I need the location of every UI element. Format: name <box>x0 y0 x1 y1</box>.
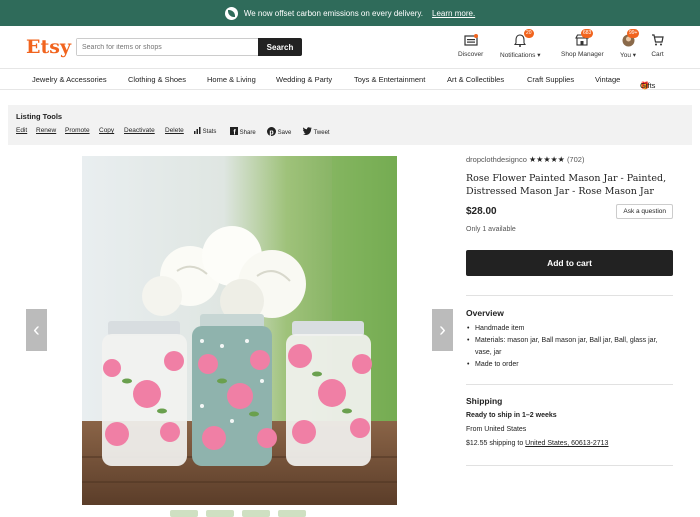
review-count[interactable]: (702) <box>567 155 585 164</box>
share-label: Share <box>239 130 256 136</box>
stats-icon <box>194 127 201 134</box>
ready-to-ship: Ready to ship in 1–2 weeks <box>466 412 557 419</box>
category-wedding[interactable]: Wedding & Party <box>276 75 332 84</box>
learn-more-link[interactable]: Learn more. <box>432 9 475 18</box>
thumbnail[interactable] <box>278 510 306 517</box>
tweet-label: Tweet <box>313 130 330 136</box>
save-button[interactable]: p Save <box>267 127 291 136</box>
discover-nav[interactable]: Discover <box>458 34 483 58</box>
chevron-down-icon: ▾ <box>630 52 637 59</box>
you-badge: 99+ <box>627 29 640 38</box>
gifts-label: Gifts <box>640 81 656 90</box>
stats-label: Stats <box>202 129 217 135</box>
category-craft[interactable]: Craft Supplies <box>527 75 574 84</box>
you-label: You <box>620 52 631 59</box>
leaf-icon <box>224 6 238 20</box>
product-main-image[interactable] <box>82 156 397 505</box>
product-title: Rose Flower Painted Mason Jar - Painted,… <box>466 173 667 197</box>
search-button[interactable]: Search <box>258 38 302 56</box>
overview-item: Handmade item <box>466 323 673 335</box>
pinterest-icon: p <box>267 127 276 136</box>
overview-heading[interactable]: Overview <box>466 308 504 318</box>
add-to-cart-button[interactable]: Add to cart <box>466 250 673 276</box>
renew-link[interactable]: Renew <box>36 127 56 134</box>
chevron-right-icon: › <box>439 319 446 341</box>
etsy-logo[interactable]: Etsy <box>26 36 71 58</box>
you-nav[interactable]: 99+ You ▾ <box>620 29 640 59</box>
ask-question-button[interactable]: Ask a question <box>616 204 673 219</box>
listing-tools-bar: Listing Tools Edit Renew Promote Copy De… <box>8 105 692 145</box>
discover-icon <box>458 34 483 48</box>
category-nav: Jewelry & Accessories Clothing & Shoes H… <box>0 68 700 90</box>
cart-label: Cart <box>651 51 664 58</box>
cart-nav[interactable]: Cart <box>651 34 664 58</box>
search-input[interactable] <box>77 39 257 55</box>
shop-info: dropclothdesignco ★★★★★ (702) <box>466 155 584 164</box>
twitter-icon <box>303 127 312 135</box>
carbon-banner: We now offset carbon emissions on every … <box>0 0 700 26</box>
category-vintage[interactable]: Vintage <box>595 75 620 84</box>
ships-from: From United States <box>466 426 527 433</box>
thumbnail[interactable] <box>206 510 234 517</box>
notifications-badge: 20 <box>524 29 534 38</box>
search-bar: Search <box>76 38 302 56</box>
promote-link[interactable]: Promote <box>65 127 90 134</box>
copy-link[interactable]: Copy <box>99 127 114 134</box>
notifications-nav[interactable]: 20 Notifications ▾ <box>500 29 541 59</box>
cart-icon <box>651 34 664 48</box>
category-clothing[interactable]: Clothing & Shoes <box>128 75 186 84</box>
avatar: 99+ <box>620 29 640 48</box>
star-rating: ★★★★★ <box>528 155 565 164</box>
notifications-label: Notifications <box>500 52 536 59</box>
overview-list: Handmade item Materials: mason jar, Ball… <box>466 323 673 371</box>
shipping-heading[interactable]: Shipping <box>466 396 502 406</box>
stats-button[interactable]: Stats <box>194 127 216 135</box>
delete-link[interactable]: Delete <box>165 127 184 134</box>
divider <box>466 295 673 296</box>
thumbnail[interactable] <box>170 510 198 517</box>
category-toys[interactable]: Toys & Entertainment <box>354 75 425 84</box>
shipping-cost: $12.55 shipping to United States, 60613-… <box>466 440 608 447</box>
svg-text:p: p <box>269 129 273 136</box>
site-header: Etsy Search Discover 20 Notifications ▾ … <box>0 26 700 68</box>
deactivate-link[interactable]: Deactivate <box>124 127 155 134</box>
category-home[interactable]: Home & Living <box>207 75 256 84</box>
chevron-down-icon: ▾ <box>535 52 541 59</box>
divider <box>466 384 673 385</box>
tweet-button[interactable]: Tweet <box>303 127 330 136</box>
thumbnail[interactable] <box>242 510 270 517</box>
shop-manager-badge: 683 <box>581 29 594 38</box>
edit-link[interactable]: Edit <box>16 127 27 134</box>
listing-tools-title: Listing Tools <box>16 112 63 121</box>
shipping-cost-text: $12.55 shipping to <box>466 440 524 447</box>
availability-text: Only 1 available <box>466 226 516 233</box>
shop-manager-label: Shop Manager <box>561 51 604 58</box>
prev-image-button[interactable]: ‹ <box>26 309 47 351</box>
bell-icon: 20 <box>500 29 540 48</box>
share-button[interactable]: f Share <box>230 127 256 137</box>
facebook-icon: f <box>230 127 238 137</box>
banner-text: We now offset carbon emissions on every … <box>243 8 424 18</box>
category-jewelry[interactable]: Jewelry & Accessories <box>32 75 107 84</box>
shop-name-link[interactable]: dropclothdesignco <box>466 155 527 164</box>
category-art[interactable]: Art & Collectibles <box>447 75 504 84</box>
overview-item: Materials: mason jar, Ball mason jar, Ba… <box>466 335 673 359</box>
discover-label: Discover <box>458 51 484 58</box>
chevron-left-icon: ‹ <box>33 319 40 341</box>
divider <box>466 465 673 466</box>
shop-manager-nav[interactable]: 683 Shop Manager <box>561 29 604 58</box>
product-price: $28.00 <box>466 206 497 217</box>
store-icon: 683 <box>561 29 604 48</box>
next-image-button[interactable]: › <box>432 309 453 351</box>
save-label: Save <box>277 130 292 136</box>
shipping-destination-link[interactable]: United States, 60613-2713 <box>525 440 608 447</box>
overview-item: Made to order <box>466 359 673 371</box>
